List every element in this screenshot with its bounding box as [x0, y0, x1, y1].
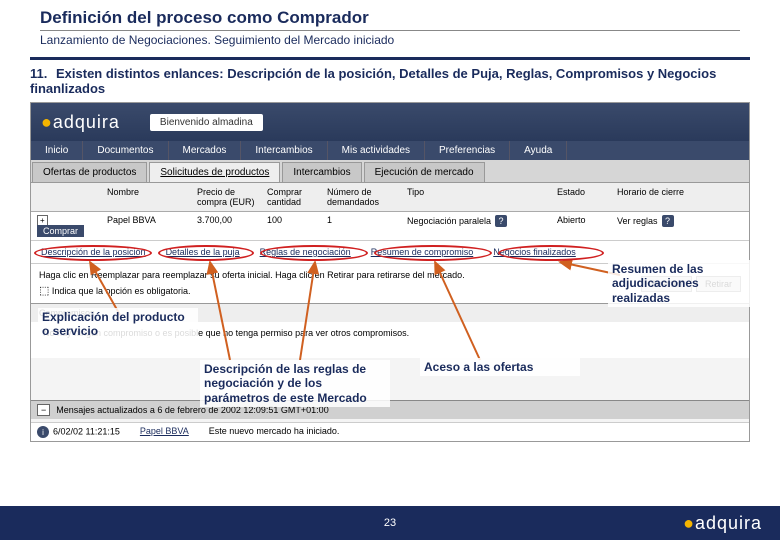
message-row: i6/02/02 11:21:15 Papel BBVA Este nuevo …: [31, 422, 749, 441]
callout-oval: [374, 245, 492, 261]
callout-oval: [260, 245, 368, 261]
menu-inicio[interactable]: Inicio: [31, 141, 83, 160]
messages-bar: − Mensajes actualizados a 6 de febrero d…: [31, 400, 749, 419]
menu-documentos[interactable]: Documentos: [83, 141, 168, 160]
callout-oval: [34, 245, 152, 261]
menu-mercados[interactable]: Mercados: [169, 141, 242, 160]
info-icon: i: [37, 426, 49, 438]
menubar: Inicio Documentos Mercados Intercambios …: [31, 141, 749, 160]
tab-intercambios[interactable]: Intercambios: [282, 162, 361, 182]
annotation-explicacion: Explicación del producto o servicio: [38, 308, 198, 341]
callout-oval: [498, 245, 604, 261]
table-row: + Comprar Papel BBVA 3.700,00 100 1 Nego…: [31, 212, 749, 241]
tab-solicitudes[interactable]: Solicitudes de productos: [149, 162, 280, 182]
message-link[interactable]: Papel BBVA: [140, 426, 189, 438]
footer-logo: ●adquira: [683, 513, 762, 534]
minus-icon[interactable]: −: [37, 404, 50, 416]
annotation-reglas: Descripción de las reglas de negociación…: [200, 360, 390, 407]
tab-ofertas[interactable]: Ofertas de productos: [32, 162, 147, 182]
annotation-aceso: Aceso a las ofertas: [420, 358, 580, 376]
callout-oval: [158, 245, 254, 261]
table-header: Nombre Precio de compra (EUR) Comprar ca…: [31, 183, 749, 212]
slide-footer: 23 ●adquira: [0, 506, 780, 540]
divider: [30, 57, 750, 60]
welcome-text: Bienvenido almadina: [150, 114, 263, 131]
slide-item: 11.Existen distintos enlances: Descripci…: [0, 64, 780, 102]
menu-ayuda[interactable]: Ayuda: [510, 141, 567, 160]
annotation-resumen: Resumen de las adjudicaciones realizadas: [608, 260, 758, 307]
buy-button[interactable]: Comprar: [37, 225, 84, 237]
help-icon[interactable]: ?: [662, 215, 674, 227]
menu-actividades[interactable]: Mis actividades: [328, 141, 425, 160]
tabs: Ofertas de productos Solicitudes de prod…: [31, 160, 749, 183]
slide-subtitle: Lanzamiento de Negociaciones. Seguimient…: [40, 33, 740, 47]
app-logo: ●adquira: [41, 112, 120, 133]
help-icon[interactable]: ?: [495, 215, 507, 227]
page-number: 23: [384, 517, 396, 529]
menu-intercambios[interactable]: Intercambios: [241, 141, 327, 160]
menu-preferencias[interactable]: Preferencias: [425, 141, 510, 160]
instruction-text: Haga clic en Reemplazar para reemplazar …: [39, 270, 465, 280]
slide-title: Definición del proceso como Comprador: [40, 8, 740, 31]
required-icon: ⬚: [39, 285, 49, 297]
tab-ejecucion[interactable]: Ejecución de mercado: [364, 162, 485, 182]
